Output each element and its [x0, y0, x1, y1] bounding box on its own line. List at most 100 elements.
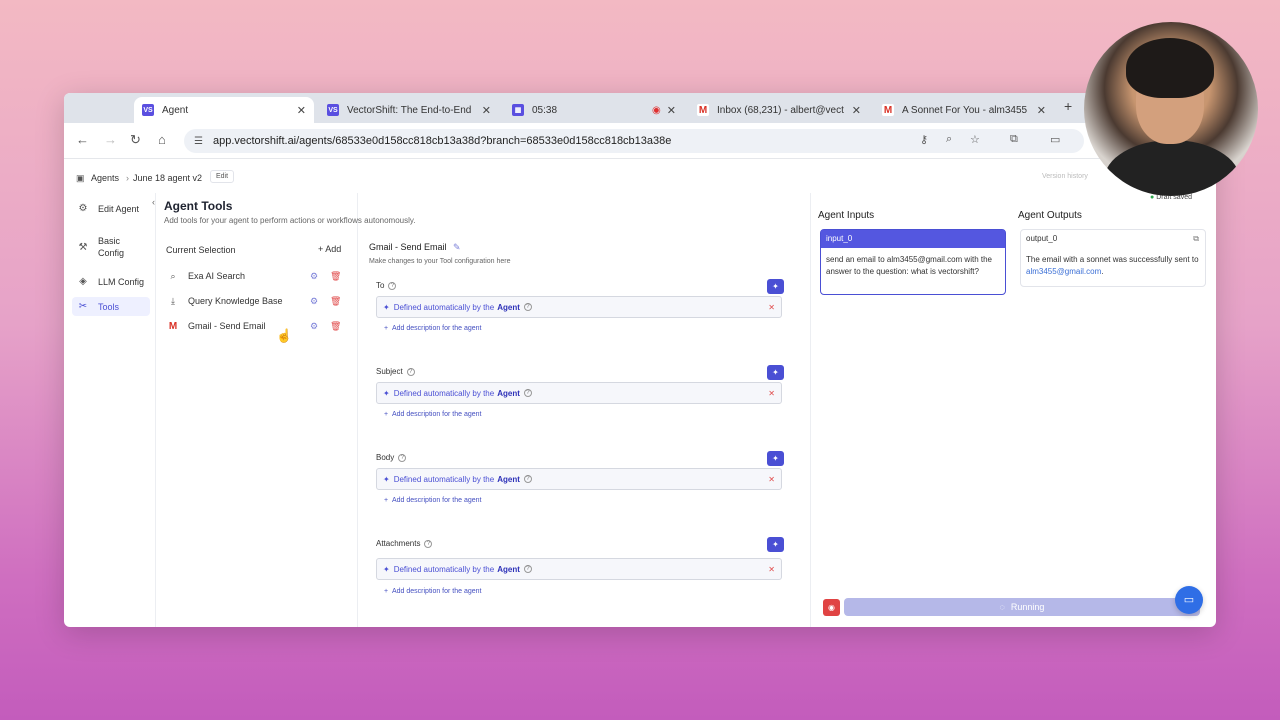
- close-tab-icon[interactable]: ✕: [482, 104, 491, 117]
- help-icon[interactable]: ?: [388, 281, 397, 290]
- gmail-favicon-icon: M: [882, 104, 894, 116]
- close-tab-icon[interactable]: ✕: [297, 104, 306, 117]
- tool-row-gmail[interactable]: M Gmail - Send Email ⚙ 🗑: [166, 316, 346, 336]
- tool-settings-icon[interactable]: ⚙: [310, 271, 318, 282]
- help-icon[interactable]: ?: [523, 303, 532, 311]
- edit-name-button[interactable]: Edit: [210, 170, 235, 183]
- help-icon[interactable]: ?: [424, 539, 433, 548]
- add-description-link[interactable]: + Add description for the agent: [384, 325, 482, 332]
- output-text: The email with a sonnet was successfully…: [1021, 248, 1205, 284]
- extensions-icon[interactable]: ⧉: [1010, 133, 1018, 146]
- config-tool-name: Gmail - Send Email ✎: [369, 242, 461, 253]
- input-text: send an email to alm3455@gmail.com with …: [826, 255, 992, 276]
- attachments-input[interactable]: ✦ Defined automatically by the Agent ? ✕: [376, 558, 782, 580]
- cast-icon[interactable]: ▭: [1050, 133, 1060, 146]
- clear-icon[interactable]: ✕: [768, 303, 775, 312]
- subject-input[interactable]: ✦ Defined automatically by the Agent ? ✕: [376, 382, 782, 404]
- tab-sonnet[interactable]: M A Sonnet For You - alm3455 ✕: [874, 97, 1054, 123]
- output-email-link[interactable]: alm3455@gmail.com: [1026, 267, 1101, 276]
- forward-arrow-icon[interactable]: →: [104, 132, 117, 147]
- collapse-chevron-icon[interactable]: ‹: [152, 197, 155, 207]
- breadcrumb-agents[interactable]: Agents: [91, 173, 119, 183]
- key-icon[interactable]: ⚷: [920, 133, 928, 146]
- bookmark-star-icon[interactable]: ☆: [970, 133, 980, 146]
- close-tab-icon[interactable]: ✕: [667, 104, 676, 117]
- nav-basic-config[interactable]: ⚒ Basic Config: [72, 231, 150, 263]
- help-icon[interactable]: ?: [523, 389, 532, 397]
- agent-outputs-title: Agent Outputs: [1018, 210, 1082, 221]
- field-value: Defined automatically by the: [393, 388, 495, 398]
- copy-icon[interactable]: ⧉: [1193, 234, 1199, 244]
- add-description-link[interactable]: + Add description for the agent: [384, 411, 482, 418]
- agent-inputs-title: Agent Inputs: [818, 210, 875, 221]
- input-card[interactable]: input_0 send an email to alm3455@gmail.c…: [820, 229, 1006, 295]
- version-history-button[interactable]: Version history: [1042, 173, 1088, 180]
- tool-row-exa[interactable]: ⌕ Exa AI Search ⚙ 🗑: [166, 266, 346, 286]
- stop-button[interactable]: ◉: [823, 599, 840, 616]
- field-body: Body? ✦ ✦ Defined automatically by the A…: [376, 451, 786, 504]
- vectorshift-favicon-icon: VS: [142, 104, 154, 116]
- download-icon: ⤓: [171, 295, 175, 306]
- tab-inbox[interactable]: M Inbox (68,231) - albert@vect ✕: [689, 97, 869, 123]
- tool-settings-icon[interactable]: ⚙: [310, 296, 318, 307]
- close-tab-icon[interactable]: ✕: [1037, 104, 1046, 117]
- add-tool-button[interactable]: + Add: [314, 242, 345, 256]
- tab-vectorshift[interactable]: VS VectorShift: The End-to-End ✕: [319, 97, 499, 123]
- body-input[interactable]: ✦ Defined automatically by the Agent ? ✕: [376, 468, 782, 490]
- config-hint: Make changes to your Tool configuration …: [369, 258, 511, 265]
- recorder-favicon-icon: ▦: [512, 104, 524, 116]
- add-label: Add: [325, 244, 342, 254]
- tab-agent[interactable]: VS Agent ✕: [134, 97, 314, 123]
- running-label: Running: [1010, 602, 1045, 612]
- sparkle-button[interactable]: ✦: [767, 279, 784, 294]
- field-value: Defined automatically by the: [393, 564, 495, 574]
- input-name: input_0: [821, 230, 1005, 248]
- close-tab-icon[interactable]: ✕: [852, 104, 861, 117]
- tab-title: 05:38: [532, 104, 558, 116]
- new-tab-button[interactable]: +: [1064, 98, 1072, 114]
- browser-toolbar: ← → ↻ ⌂ ☰ app.vectorshift.ai/agents/6853…: [64, 123, 1216, 159]
- add-description-link[interactable]: + Add description for the agent: [384, 588, 482, 595]
- home-icon[interactable]: ⌂: [158, 132, 166, 147]
- sparkle-button[interactable]: ✦: [767, 365, 784, 380]
- tool-config-panel: Gmail - Send Email ✎ Make changes to you…: [358, 193, 810, 627]
- nav-tools[interactable]: ✂ Tools: [72, 297, 150, 316]
- help-icon[interactable]: ?: [523, 565, 532, 573]
- pencil-icon[interactable]: ✎: [453, 242, 461, 252]
- sparkle-icon: ✦: [383, 302, 390, 312]
- person-shirt: [1104, 140, 1240, 196]
- back-arrow-icon[interactable]: ←: [76, 132, 89, 147]
- output-header: output_0 ⧉: [1021, 230, 1205, 248]
- tab-recording[interactable]: ▦ 05:38 ◉ ✕: [504, 97, 684, 123]
- delete-icon[interactable]: 🗑: [330, 321, 341, 332]
- add-description-text: Add description for the agent: [391, 588, 482, 595]
- sparkle-button[interactable]: ✦: [767, 451, 784, 466]
- help-icon[interactable]: ?: [398, 453, 407, 462]
- add-description-link[interactable]: + Add description for the agent: [384, 497, 482, 504]
- field-value-bold: Agent: [497, 302, 520, 312]
- field-value: Defined automatically by the: [393, 474, 495, 484]
- nav-llm-config[interactable]: ◈ LLM Config: [72, 272, 150, 291]
- tool-row-knowledge[interactable]: ⤓ Query Knowledge Base ⚙ 🗑: [166, 291, 346, 311]
- sidebar-toggle-icon[interactable]: ▣: [76, 173, 85, 184]
- webcam-overlay: [1084, 22, 1258, 196]
- clear-icon[interactable]: ✕: [768, 565, 775, 574]
- current-selection-label: Current Selection: [166, 245, 236, 255]
- help-icon[interactable]: ?: [523, 475, 532, 483]
- add-description-text: Add description for the agent: [391, 325, 482, 332]
- nav-label: Basic Config: [98, 236, 125, 258]
- chat-support-button[interactable]: ▭: [1175, 586, 1203, 614]
- zoom-icon[interactable]: ⌕: [946, 133, 952, 146]
- sparkle-button[interactable]: ✦: [767, 537, 784, 552]
- clear-icon[interactable]: ✕: [768, 389, 775, 398]
- reload-icon[interactable]: ↻: [130, 132, 141, 148]
- help-icon[interactable]: ?: [406, 367, 415, 376]
- delete-icon[interactable]: 🗑: [330, 271, 341, 282]
- to-input[interactable]: ✦ Defined automatically by the Agent ? ✕: [376, 296, 782, 318]
- field-subject: Subject? ✦ ✦ Defined automatically by th…: [376, 365, 786, 418]
- nav-edit-agent[interactable]: ⚙ Edit Agent: [72, 199, 150, 218]
- delete-icon[interactable]: 🗑: [330, 296, 341, 307]
- tool-settings-icon[interactable]: ⚙: [310, 321, 318, 332]
- site-info-icon[interactable]: ☰: [194, 136, 203, 147]
- clear-icon[interactable]: ✕: [768, 475, 775, 484]
